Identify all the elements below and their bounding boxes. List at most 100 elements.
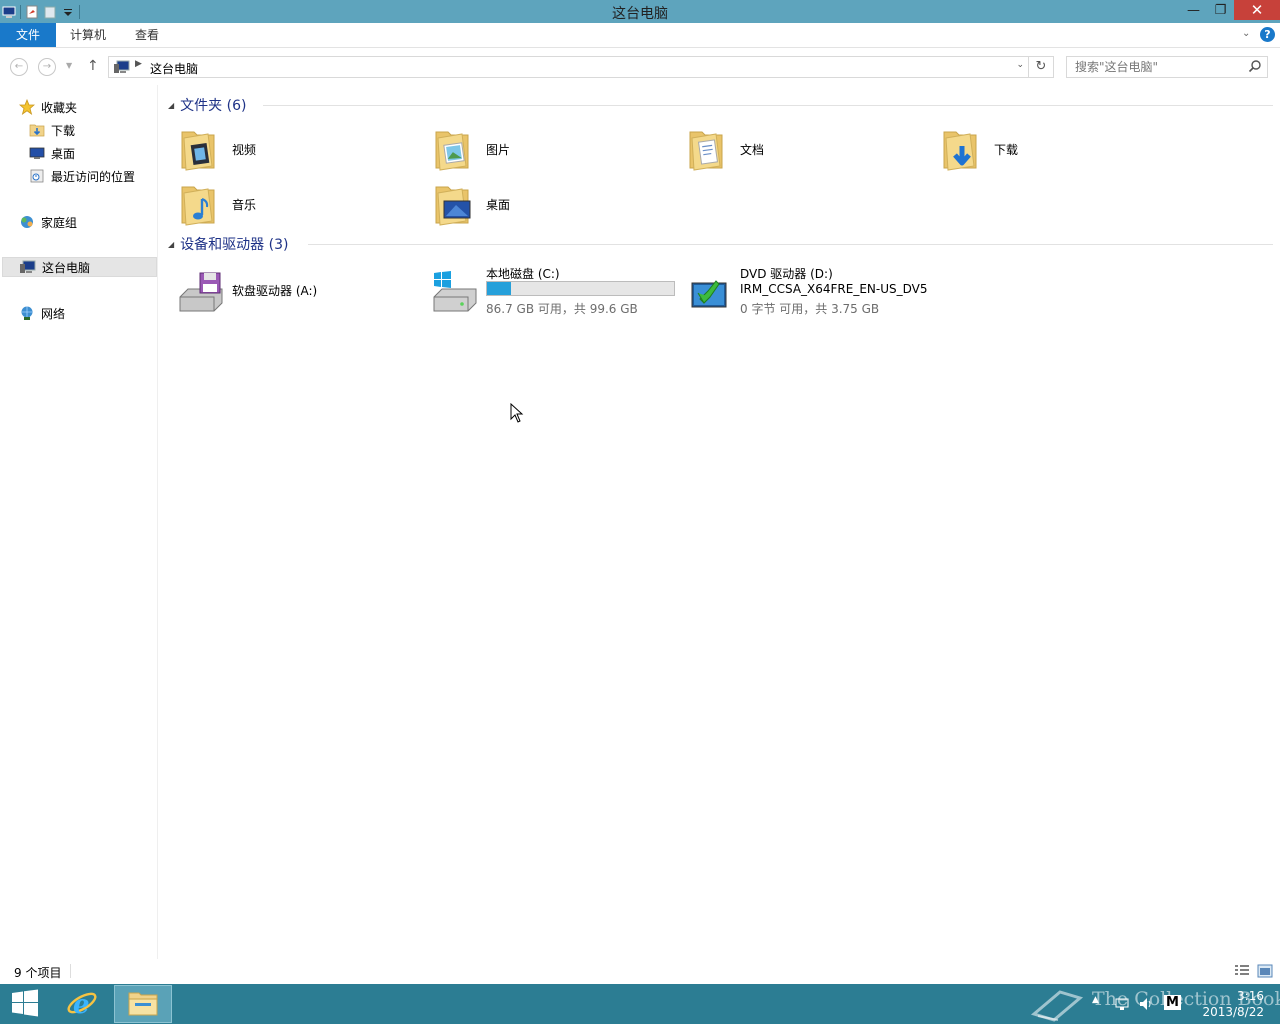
recent-places-icon [28,168,46,184]
drive-label: 本地磁盘 (C:) [486,267,560,281]
item-count: 9 个项目 [14,966,62,980]
taskbar-internet-explorer[interactable]: e [57,984,107,1024]
status-separator [70,964,71,978]
internet-explorer-icon: e [66,987,98,1022]
nav-this-pc-label: 这台电脑 [42,260,91,275]
mouse-cursor-icon [510,402,524,426]
taskbar-file-explorer[interactable] [114,985,172,1023]
nav-network-label: 网络 [41,306,66,321]
up-button[interactable]: ↑ [87,58,99,74]
drive-floppy-a[interactable]: 软盘驱动器 (A:) [178,265,428,319]
breadcrumb-chevron-icon[interactable]: ▶ [135,59,142,69]
network-icon [18,305,36,321]
status-bar: 9 个项目 [0,959,1280,984]
search-input[interactable] [1067,57,1242,77]
network-tray-icon[interactable] [1114,996,1130,1015]
desktop-folder-icon [432,181,478,227]
close-button[interactable]: ✕ [1234,0,1280,20]
local-disk-windows-icon [432,269,478,315]
folder-pictures[interactable]: 图片 [432,122,682,176]
drive-local-c[interactable]: 本地磁盘 (C:) 86.7 GB 可用，共 99.6 GB [432,265,682,319]
close-icon: ✕ [1250,1,1264,19]
nav-homegroup-label: 家庭组 [41,215,78,230]
folder-label: 音乐 [232,198,257,212]
clock-time: 3:16 [1237,989,1264,1003]
collapse-triangle-icon[interactable]: ◢ [168,240,174,249]
nav-favorites[interactable]: 收藏夹 [18,97,77,117]
videos-folder-icon [178,126,224,172]
music-folder-icon [178,181,224,227]
drive-usage-bar [486,281,675,296]
drive-free-space: 0 字节 可用，共 3.75 GB [740,302,880,316]
navigation-pane: 收藏夹 下载 桌面 最近访问的位置 家庭组 这台电脑 网络 [0,85,158,959]
address-toolbar: ← → ▼ ↑ ▶ 这台电脑 ⌄ ↻ [0,49,1280,85]
folder-desktop[interactable]: 桌面 [432,177,682,231]
clock[interactable]: 3:16 2013/8/22 [1202,988,1264,1020]
folder-label: 视频 [232,143,257,157]
title-bar: 这台电脑 — ❐ ✕ [0,0,1280,23]
nav-desktop-label: 桌面 [51,146,76,161]
nav-homegroup[interactable]: 家庭组 [18,212,77,232]
nav-this-pc[interactable]: 这台电脑 [2,257,157,277]
volume-icon[interactable] [1138,996,1154,1015]
folder-videos[interactable]: 视频 [178,122,428,176]
downloads-folder-icon [940,126,986,172]
folder-downloads[interactable]: 下载 [940,122,1190,176]
nav-downloads-label: 下载 [51,123,76,138]
show-hidden-icons-chevron-icon[interactable]: ▲ [1092,995,1099,1005]
downloads-folder-icon [28,122,46,138]
devices-group-header[interactable]: ◢ 设备和驱动器 (3) [168,233,1273,255]
file-explorer-icon [127,989,159,1020]
back-button[interactable]: ← [10,58,28,76]
pictures-folder-icon [432,126,478,172]
tab-computer[interactable]: 计算机 [60,23,116,47]
window-controls: — ❐ ✕ [1180,0,1280,23]
folder-label: 文档 [740,143,765,157]
this-pc-icon [19,259,37,275]
book-watermark-icon [1030,990,1084,1022]
group-divider [263,105,1273,106]
refresh-icon: ↻ [1035,59,1047,74]
floppy-drive-icon [178,269,224,315]
folder-documents[interactable]: 文档 [686,122,936,176]
breadcrumb-this-pc[interactable]: 这台电脑 [150,60,198,77]
restore-button[interactable]: ❐ [1207,0,1234,20]
help-icon[interactable]: ? [1260,27,1275,42]
input-method-indicator[interactable]: M [1164,995,1181,1010]
drive-label: 软盘驱动器 (A:) [232,284,318,298]
start-button[interactable] [0,984,50,1024]
collapse-triangle-icon[interactable]: ◢ [168,101,174,110]
svg-text:e: e [73,990,90,1019]
details-view-icon[interactable] [1234,964,1250,978]
drive-free-space: 86.7 GB 可用，共 99.6 GB [486,302,638,316]
up-arrow-icon: ↑ [87,58,99,74]
drive-usage-fill [487,282,512,295]
large-icons-view-icon[interactable] [1257,964,1273,978]
refresh-button[interactable]: ↻ [1029,56,1054,78]
minimize-button[interactable]: — [1180,0,1207,20]
taskbar: e The Collection Book ▲ M 3:16 2013/8/22 [0,984,1280,1024]
expand-ribbon-chevron-icon[interactable]: ⌄ [1242,28,1254,40]
address-dropdown-icon[interactable]: ⌄ [1016,60,1024,70]
nav-network[interactable]: 网络 [18,303,65,323]
forward-button[interactable]: → [38,58,56,76]
restore-icon: ❐ [1214,2,1227,18]
tab-file[interactable]: 文件 [0,23,56,47]
drive-volume-label: IRM_CCSA_X64FRE_EN-US_DV5 [740,282,928,296]
minimize-icon: — [1187,2,1200,18]
nav-downloads[interactable]: 下载 [28,120,75,140]
drive-dvd-d[interactable]: DVD 驱动器 (D:) IRM_CCSA_X64FRE_EN-US_DV5 0… [686,265,936,319]
address-bar[interactable]: ▶ 这台电脑 ⌄ [108,56,1029,78]
folders-group-header[interactable]: ◢ 文件夹 (6) [168,94,1273,116]
folder-label: 图片 [486,143,511,157]
group-divider [308,244,1273,245]
folder-music[interactable]: 音乐 [178,177,428,231]
documents-folder-icon [686,126,732,172]
folder-label: 桌面 [486,198,511,212]
windows-logo-icon [11,989,39,1020]
recent-locations-chevron-icon[interactable]: ▼ [66,61,72,70]
nav-desktop[interactable]: 桌面 [28,143,75,163]
nav-recent-places[interactable]: 最近访问的位置 [28,166,135,186]
tab-view[interactable]: 查看 [123,23,171,47]
search-icon[interactable] [1248,59,1262,76]
